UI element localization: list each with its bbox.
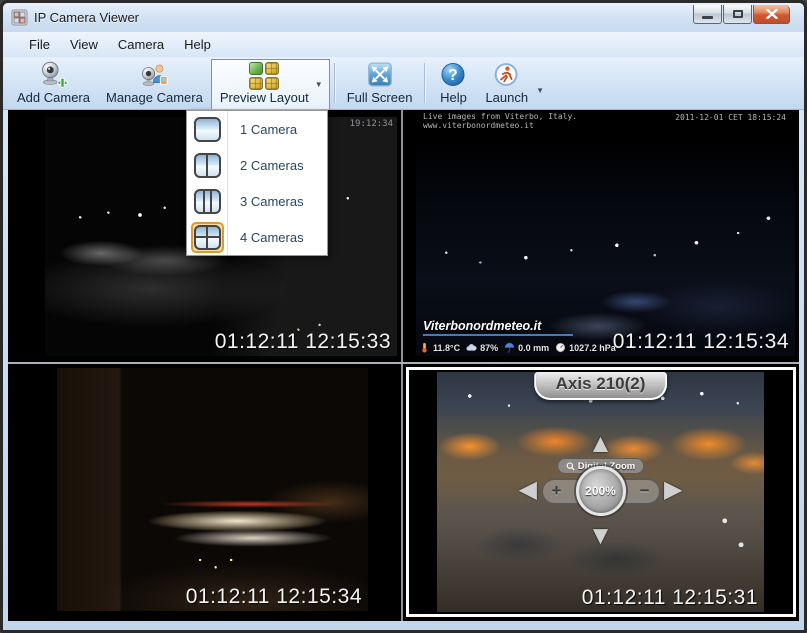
pan-down-arrow-icon[interactable]: ▼: [588, 522, 614, 548]
launch-caret-icon[interactable]: ▼: [536, 86, 544, 95]
maximize-button[interactable]: [723, 5, 752, 24]
layout-option-1-camera[interactable]: 1 Camera: [187, 111, 327, 147]
preview-layout-icon: [248, 62, 280, 90]
preview-layout-button[interactable]: Preview Layout ▼: [211, 59, 330, 109]
menu-camera[interactable]: Camera: [108, 34, 174, 55]
pan-left-arrow-icon[interactable]: ◀: [519, 478, 537, 502]
camera-feed-3[interactable]: 01:12:11 12:15:34: [57, 368, 368, 611]
layout-1-icon: [194, 117, 221, 142]
grid-vertical-divider: [401, 110, 403, 621]
minimize-icon: [702, 16, 713, 19]
launch-button[interactable]: Launch: [477, 57, 536, 109]
weather-temperature: 11.8°C: [419, 342, 460, 353]
menu-file[interactable]: File: [19, 34, 60, 55]
full-screen-label: Full Screen: [347, 90, 413, 105]
zoom-out-button[interactable]: −: [640, 481, 650, 501]
layout-3-icon: [194, 189, 221, 214]
window-title: IP Camera Viewer: [34, 10, 139, 25]
help-label: Help: [440, 90, 467, 105]
layout-option-4-cameras[interactable]: 4 Cameras: [187, 219, 327, 255]
menu-view[interactable]: View: [60, 34, 108, 55]
add-camera-icon: [37, 60, 69, 89]
digital-zoom-overlay: ▲ ▼ ◀ ▶ Digital Zoom + − 200%: [437, 432, 764, 557]
cloud-icon: [466, 342, 477, 353]
pan-up-arrow-icon[interactable]: ▲: [588, 430, 614, 456]
app-window: IP Camera Viewer File View Camera Help: [0, 0, 807, 633]
camera-grid: 19:12:34 01:12:11 12:15:33 Live images f…: [8, 110, 799, 621]
weather-pressure: 1027.2 hPa: [555, 342, 616, 353]
camera-2-header-line2: www.viterbonordmeteo.it: [423, 121, 577, 130]
thermometer-icon: [419, 342, 430, 353]
minimize-button[interactable]: [693, 5, 722, 24]
camera-4-name-banner: Axis 210(2): [534, 372, 668, 400]
toolbar-separator: [334, 63, 335, 103]
zoom-level-value: 200%: [585, 484, 616, 498]
camera-feed-4[interactable]: Axis 210(2) ▲ ▼ ◀ ▶ Digital Zoom + −: [437, 372, 764, 612]
layout-option-3-cameras[interactable]: 3 Cameras: [187, 183, 327, 219]
manage-camera-button[interactable]: Manage Camera: [98, 57, 211, 109]
camera-4-name: Axis 210(2): [556, 374, 646, 393]
preview-layout-caret-icon: ▼: [315, 80, 323, 89]
camera-2-watermark: Viterbonordmeteo.it: [423, 319, 573, 336]
zoom-in-button[interactable]: +: [552, 481, 562, 501]
camera-2-header-line1: Live images from Viterbo, Italy.: [423, 112, 577, 121]
camera-1-timestamp: 01:12:11 12:15:33: [215, 330, 391, 354]
toolbar: Add Camera Manage Camera Preview Layout: [3, 57, 804, 110]
app-icon: [11, 9, 28, 26]
magnifier-icon: [566, 462, 575, 471]
selected-layout-highlight: [191, 222, 224, 253]
preview-layout-menu: 1 Camera 2 Cameras 3 Cameras: [186, 110, 328, 256]
layout-option-2-cameras[interactable]: 2 Cameras: [187, 147, 327, 183]
zoom-level-knob[interactable]: 200%: [576, 466, 626, 516]
camera-2-weather-bar: 11.8°C 87% 0.0 mm 1027.2 hPa: [419, 342, 616, 353]
toolbar-separator: [424, 63, 425, 103]
camera-4-timestamp: 01:12:11 12:15:31: [582, 586, 758, 610]
launch-label: Launch: [485, 90, 528, 105]
add-camera-label: Add Camera: [17, 90, 90, 105]
svg-text:?: ?: [449, 67, 458, 84]
umbrella-icon: [504, 342, 515, 353]
camera-3-timestamp: 01:12:11 12:15:34: [186, 585, 362, 609]
title-bar[interactable]: IP Camera Viewer: [3, 3, 804, 32]
camera-1-osd-time: 19:12:34: [350, 119, 393, 129]
camera-2-header-datetime: 2011-12-01 CET 18:15:24: [675, 113, 786, 122]
camera-2-header: Live images from Viterbo, Italy. www.vit…: [423, 112, 577, 130]
weather-humidity: 87%: [466, 342, 498, 353]
close-icon: [766, 9, 778, 19]
manage-camera-label: Manage Camera: [106, 90, 203, 105]
launch-icon: [491, 60, 523, 89]
manage-camera-icon: [138, 60, 170, 89]
camera-feed-2[interactable]: Live images from Viterbo, Italy. www.vit…: [416, 110, 795, 356]
help-icon: ?: [437, 60, 469, 89]
camera-4-selection-border: Axis 210(2) ▲ ▼ ◀ ▶ Digital Zoom + −: [406, 367, 796, 617]
weather-rain: 0.0 mm: [504, 342, 549, 353]
maximize-icon: [733, 10, 743, 18]
full-screen-icon: [364, 60, 396, 89]
grid-horizontal-divider: [8, 362, 799, 364]
add-camera-button[interactable]: Add Camera: [9, 57, 98, 109]
gauge-icon: [555, 342, 566, 353]
menu-help[interactable]: Help: [174, 34, 221, 55]
full-screen-button[interactable]: Full Screen: [339, 57, 421, 109]
menu-bar: File View Camera Help: [3, 32, 804, 57]
close-button[interactable]: [753, 5, 790, 24]
layout-4-icon: [194, 225, 221, 250]
pan-right-arrow-icon[interactable]: ▶: [664, 478, 682, 502]
preview-layout-label: Preview Layout: [220, 90, 309, 105]
camera-2-timestamp: 01:12:11 12:15:34: [613, 330, 789, 354]
layout-2-icon: [194, 153, 221, 178]
help-button[interactable]: ? Help: [429, 57, 477, 109]
